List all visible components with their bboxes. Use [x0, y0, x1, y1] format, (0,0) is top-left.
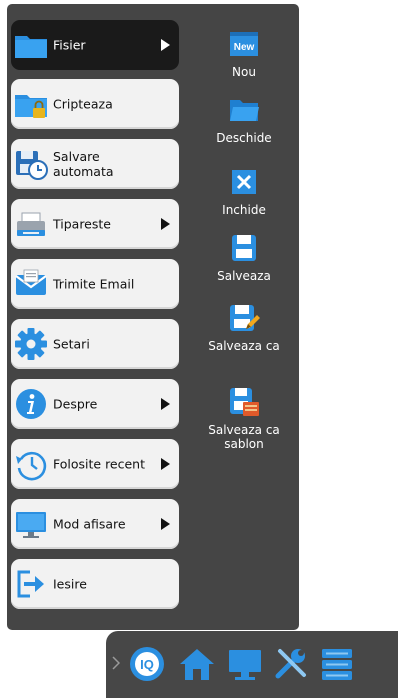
exit-icon [17, 570, 44, 598]
menu-item-label: Trimite Email [53, 276, 135, 292]
save-icon [232, 235, 256, 261]
submenu-item-label: Salveaza ca sablon [208, 423, 280, 451]
submenu-item-salveaza-ca-sablon[interactable]: Salveaza ca sablon [188, 386, 300, 451]
submenu-arrow-icon [161, 39, 170, 51]
chevron-right-icon[interactable] [112, 656, 120, 670]
submenu-item-salveaza[interactable]: Salveaza [188, 232, 300, 283]
history-icon [16, 451, 47, 481]
menu-item-despre[interactable]: Despre [11, 379, 179, 429]
monitor-icon [16, 512, 46, 538]
autosave-clock-icon [16, 151, 48, 180]
menu-item-label: Salvare automata [53, 149, 114, 179]
menu-item-label: Cripteaza [53, 96, 113, 112]
submenu-item-label: Salveaza [217, 269, 271, 283]
save-as-template-icon [230, 388, 259, 416]
submenu-item-label: Salveaza ca [208, 339, 280, 353]
submenu-arrow-icon [161, 458, 170, 470]
home-icon[interactable] [178, 645, 216, 683]
monitor-icon[interactable] [226, 645, 264, 683]
menu-item-label: Tipareste [53, 216, 111, 232]
submenu-item-salveaza-ca[interactable]: Salveaza ca [188, 302, 300, 353]
menu-item-salvare-automata[interactable]: Salvare automata [11, 139, 179, 189]
gear-icon [15, 328, 47, 360]
email-icon [15, 269, 47, 295]
menu-item-label: Setari [53, 336, 90, 352]
menu-item-tipareste[interactable]: Tipareste [11, 199, 179, 249]
close-icon [232, 170, 256, 194]
submenu-item-nou[interactable]: New Nou [188, 28, 300, 79]
info-icon [16, 389, 46, 419]
menu-item-folosite-recent[interactable]: Folosite recent [11, 439, 179, 489]
new-document-icon: New [230, 32, 258, 56]
menu-item-cripteaza[interactable]: Cripteaza [11, 79, 179, 129]
menu-item-label: Fisier [53, 37, 86, 53]
menu-item-label: Despre [53, 396, 98, 412]
menu-item-label: Mod afisare [53, 516, 126, 532]
new-badge-text: New [234, 42, 255, 53]
menu-item-label: Iesire [53, 576, 87, 592]
menu-item-mod-afisare[interactable]: Mod afisare [11, 499, 179, 549]
bottom-toolbar: IQ [106, 631, 398, 698]
open-folder-icon [230, 100, 259, 121]
tools-icon[interactable] [272, 645, 310, 683]
submenu-arrow-icon [161, 218, 170, 230]
submenu-item-label: Nou [232, 65, 256, 79]
submenu-arrow-icon [161, 398, 170, 410]
submenu-item-deschide[interactable]: Deschide [188, 94, 300, 145]
submenu-item-inchide[interactable]: Inchide [188, 166, 300, 217]
menu-item-label: Folosite recent [53, 456, 146, 472]
submenu-item-label: Deschide [216, 131, 272, 145]
folder-icon [15, 36, 47, 58]
submenu-item-label: Inchide [222, 203, 266, 217]
iq-icon[interactable]: IQ [128, 645, 166, 683]
menu-item-trimite-email[interactable]: Trimite Email [11, 259, 179, 309]
menu-item-fisier[interactable]: Fisier [11, 20, 179, 70]
svg-text:IQ: IQ [140, 657, 154, 672]
printer-icon [17, 212, 45, 236]
locked-folder-icon [15, 95, 47, 118]
submenu-arrow-icon [161, 518, 170, 530]
menu-item-iesire[interactable]: Iesire [11, 559, 179, 609]
save-as-icon [230, 305, 260, 331]
server-icon[interactable] [318, 645, 356, 683]
menu-item-setari[interactable]: Setari [11, 319, 179, 369]
